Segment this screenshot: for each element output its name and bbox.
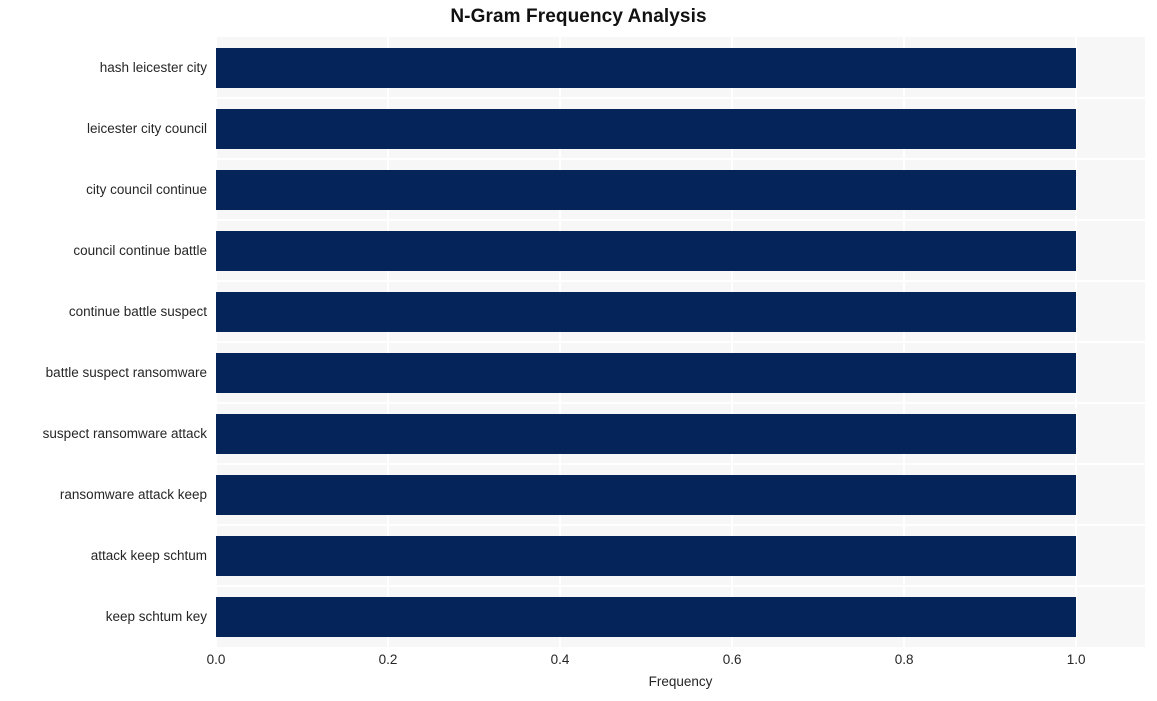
y-axis-tick-label: council continue battle (73, 242, 207, 258)
y-axis-tick-label: city council continue (86, 181, 207, 197)
y-axis-tick-label: keep schtum key (105, 608, 207, 624)
y-axis-tick-label: leicester city council (86, 120, 207, 136)
horizontal-gridline (216, 463, 1145, 465)
horizontal-gridline (216, 341, 1145, 343)
y-axis-tick-label: battle suspect ransomware (45, 364, 207, 380)
horizontal-gridline (216, 280, 1145, 282)
bar (216, 596, 1077, 637)
horizontal-gridline (216, 158, 1145, 160)
x-axis-tick-label: 0.2 (378, 652, 398, 667)
bar (216, 230, 1077, 271)
x-axis-title: Frequency (648, 674, 713, 689)
horizontal-gridline (216, 402, 1145, 404)
horizontal-gridline (216, 585, 1145, 587)
y-axis-tick-label: hash leicester city (99, 59, 207, 75)
x-axis-tick-label: 0.8 (894, 652, 914, 667)
bar (216, 535, 1077, 576)
bar (216, 47, 1077, 88)
bar (216, 169, 1077, 210)
chart-title: N-Gram Frequency Analysis (450, 6, 707, 27)
bar (216, 352, 1077, 393)
bar (216, 108, 1077, 149)
y-axis-tick-label: ransomware attack keep (59, 486, 207, 502)
x-axis-tick-label: 0.6 (722, 652, 742, 667)
x-axis-tick-label: 0.0 (206, 652, 226, 667)
plot-area (216, 37, 1145, 647)
x-axis-tick-label: 1.0 (1066, 652, 1086, 667)
chart-figure: N-Gram Frequency Analysis hash leicester… (0, 0, 1157, 701)
horizontal-gridline (216, 97, 1145, 99)
y-axis-tick-label: attack keep schtum (90, 547, 207, 563)
x-axis-tick-label: 0.4 (550, 652, 570, 667)
horizontal-gridline (216, 219, 1145, 221)
y-axis-tick-label: suspect ransomware attack (42, 425, 207, 441)
bar (216, 291, 1077, 332)
bar (216, 413, 1077, 454)
horizontal-gridline (216, 524, 1145, 526)
bar (216, 474, 1077, 515)
y-axis-tick-label: continue battle suspect (68, 303, 207, 319)
